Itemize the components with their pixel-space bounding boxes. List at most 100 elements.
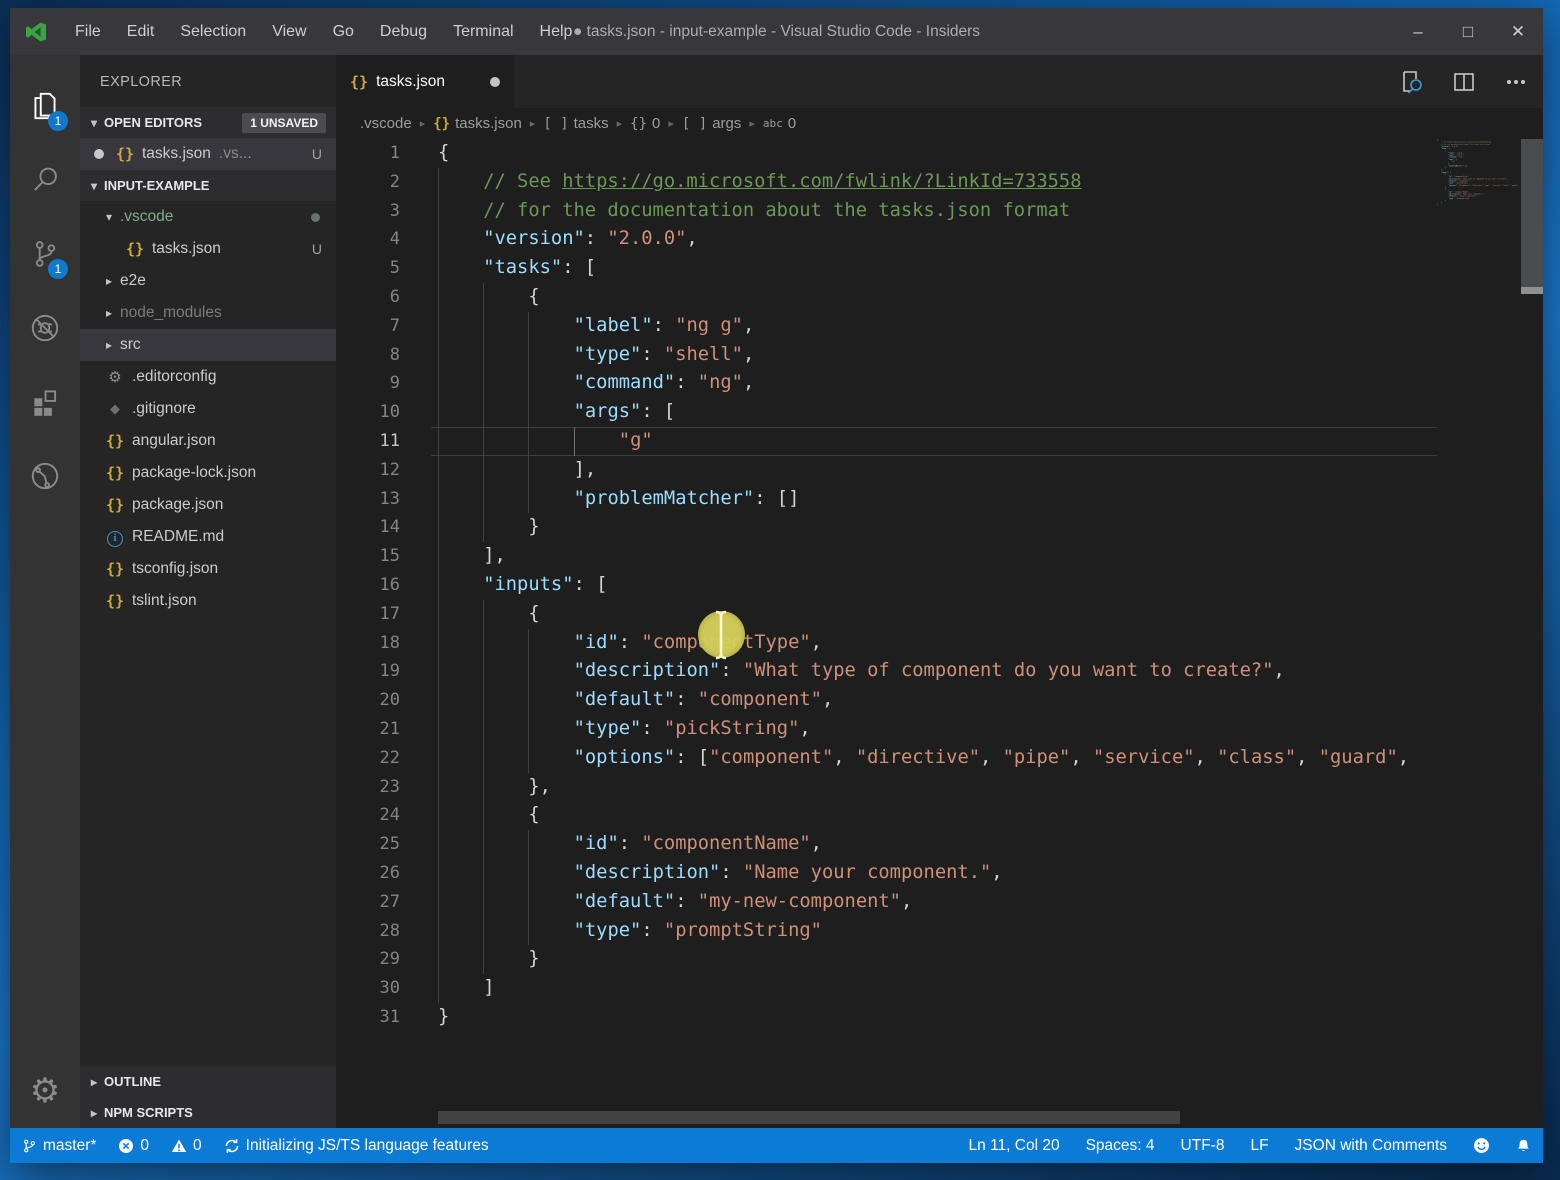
tree-item-tsconfig-json[interactable]: {}tsconfig.json (80, 553, 336, 585)
close-button[interactable]: ✕ (1493, 8, 1543, 55)
vertical-scrollbar-thumb[interactable] (1521, 139, 1543, 291)
menu-edit[interactable]: Edit (114, 8, 168, 55)
breadcrumb-item-tasks-json[interactable]: {}tasks.json (433, 115, 522, 132)
breadcrumb-item--vscode[interactable]: .vscode (360, 115, 412, 132)
breadcrumb-item-0[interactable]: abc0 (763, 115, 796, 132)
activity-explorer-icon[interactable]: 1 (10, 69, 80, 143)
tab-tasks-json[interactable]: {} tasks.json (336, 55, 514, 108)
code-line-19[interactable]: "description": "What type of component d… (438, 657, 1437, 686)
code-line-7[interactable]: "label": "ng g", (438, 312, 1437, 341)
status-sync[interactable]: Initializing JS/TS language features (224, 1137, 489, 1155)
dirty-indicator-icon[interactable] (490, 77, 500, 87)
code-line-1[interactable]: { (438, 139, 1437, 168)
code-line-13[interactable]: "problemMatcher": [] (438, 485, 1437, 514)
open-editor-item[interactable]: {}tasks.json.vs...U (80, 138, 336, 170)
code-line-4[interactable]: "version": "2.0.0", (438, 225, 1437, 254)
code-line-8[interactable]: "type": "shell", (438, 341, 1437, 370)
project-section-header[interactable]: ▾ INPUT-EXAMPLE (80, 170, 336, 201)
menu-file[interactable]: File (62, 8, 114, 55)
section-npm-scripts[interactable]: ▸NPM SCRIPTS (80, 1097, 336, 1128)
status-utf-8[interactable]: UTF-8 (1181, 1137, 1225, 1155)
menu-debug[interactable]: Debug (367, 8, 440, 55)
status-spaces-4[interactable]: Spaces: 4 (1086, 1137, 1155, 1155)
code-line-25[interactable]: "id": "componentName", (438, 830, 1437, 859)
tree-item--gitignore[interactable]: ◆.gitignore (80, 393, 336, 425)
tree-item-readme-md[interactable]: iREADME.md (80, 521, 336, 553)
more-actions-icon[interactable] (1503, 69, 1529, 95)
open-editors-header[interactable]: ▾ OPEN EDITORS 1 UNSAVED (80, 107, 336, 138)
maximize-button[interactable]: □ (1443, 8, 1493, 55)
activity-extensions-icon[interactable] (10, 365, 80, 439)
tree-item--vscode[interactable]: ▾.vscode (80, 201, 336, 233)
line-number: 4 (336, 225, 438, 254)
code-line-20[interactable]: "default": "component", (438, 686, 1437, 715)
tree-item-node-modules[interactable]: ▸node_modules (80, 297, 336, 329)
code-line-21[interactable]: "type": "pickString", (438, 715, 1437, 744)
code-line-9[interactable]: "command": "ng", (438, 369, 1437, 398)
activity-circle-fork-icon[interactable] (10, 439, 80, 513)
code-line-24[interactable]: { (438, 801, 1437, 830)
vertical-scrollbar[interactable] (1521, 139, 1543, 1128)
activity-source-control-icon[interactable]: 1 (10, 217, 80, 291)
split-editor-icon[interactable] (1451, 69, 1477, 95)
tab-bar: {} tasks.json (336, 55, 1543, 108)
status-lf[interactable]: LF (1250, 1137, 1268, 1155)
activity-debug-disabled-icon[interactable] (10, 291, 80, 365)
code-line-29[interactable]: } (438, 945, 1437, 974)
section-outline[interactable]: ▸OUTLINE (80, 1066, 336, 1097)
code-line-27[interactable]: "default": "my-new-component", (438, 888, 1437, 917)
status-git-branch[interactable]: master* (22, 1137, 96, 1155)
tree-item-package-json[interactable]: {}package.json (80, 489, 336, 521)
horizontal-scrollbar-thumb[interactable] (438, 1111, 1180, 1124)
tree-item-src[interactable]: ▸src (80, 329, 336, 361)
status-bell[interactable] (1516, 1138, 1531, 1154)
activity-search-icon[interactable] (10, 143, 80, 217)
line-number: 12 (336, 456, 438, 485)
code-text: "description": "Name your component.", (438, 862, 1003, 883)
code-line-28[interactable]: "type": "promptString" (438, 917, 1437, 946)
code-line-3[interactable]: // for the documentation about the tasks… (438, 197, 1437, 226)
tree-item-e2e[interactable]: ▸e2e (80, 265, 336, 297)
minimize-button[interactable]: – (1393, 8, 1443, 55)
tree-item-angular-json[interactable]: {}angular.json (80, 425, 336, 457)
code-line-31[interactable]: } (438, 1003, 1437, 1032)
desktop: { "window": { "title": "● tasks.json - i… (0, 0, 1560, 1180)
code-line-26[interactable]: "description": "Name your component.", (438, 859, 1437, 888)
code-line-6[interactable]: { (438, 283, 1437, 312)
status-ln-11-col-20[interactable]: Ln 11, Col 20 (969, 1137, 1060, 1155)
code-line-30[interactable]: ] (438, 974, 1437, 1003)
code-line-23[interactable]: }, (438, 773, 1437, 802)
code-text: } (1437, 204, 1438, 206)
status-error[interactable]: 0 (118, 1137, 149, 1155)
code-line-12[interactable]: ], (438, 456, 1437, 485)
tree-item--editorconfig[interactable]: ⚙.editorconfig (80, 361, 336, 393)
menu-view[interactable]: View (259, 8, 319, 55)
status-json-with-comments[interactable]: JSON with Comments (1295, 1137, 1447, 1155)
code-line-14[interactable]: } (438, 513, 1437, 542)
code-line-16[interactable]: "inputs": [ (438, 571, 1437, 600)
code-line-5[interactable]: "tasks": [ (438, 254, 1437, 283)
code-editor[interactable]: 1234567891011121314151617181920212223242… (336, 139, 1543, 1128)
code-line-15[interactable]: ], (438, 542, 1437, 571)
tree-item-tasks-json[interactable]: {}tasks.jsonU (80, 233, 336, 265)
breadcrumb-item-0[interactable]: {}0 (630, 115, 660, 132)
code-line-17[interactable]: { (438, 600, 1437, 629)
settings-gear-icon[interactable]: ⚙ (10, 1054, 80, 1128)
breadcrumb-item-args[interactable]: [ ]args (682, 115, 741, 132)
tree-item-tslint-json[interactable]: {}tslint.json (80, 585, 336, 617)
code-line-10[interactable]: "args": [ (438, 398, 1437, 427)
menu-terminal[interactable]: Terminal (440, 8, 526, 55)
status-warning[interactable]: 0 (171, 1137, 202, 1155)
breadcrumb-item-tasks[interactable]: [ ]tasks (543, 115, 608, 132)
menu-selection[interactable]: Selection (167, 8, 259, 55)
code-line-18[interactable]: "id": "componentType", (438, 629, 1437, 658)
menu-go[interactable]: Go (320, 8, 367, 55)
tree-item-package-lock-json[interactable]: {}package-lock.json (80, 457, 336, 489)
code-line-11[interactable]: "g" (438, 427, 1437, 456)
code-text: "options": ["component", "directive", "p… (438, 747, 1409, 768)
code-line-22[interactable]: "options": ["component", "directive", "p… (438, 744, 1437, 773)
code-line-2[interactable]: // See https://go.microsoft.com/fwlink/?… (438, 168, 1437, 197)
minimap[interactable]: {// See https://go.microsoft.com/fwlink/… (1437, 139, 1521, 259)
status-smiley[interactable] (1473, 1137, 1490, 1154)
find-in-file-icon[interactable] (1398, 68, 1425, 95)
